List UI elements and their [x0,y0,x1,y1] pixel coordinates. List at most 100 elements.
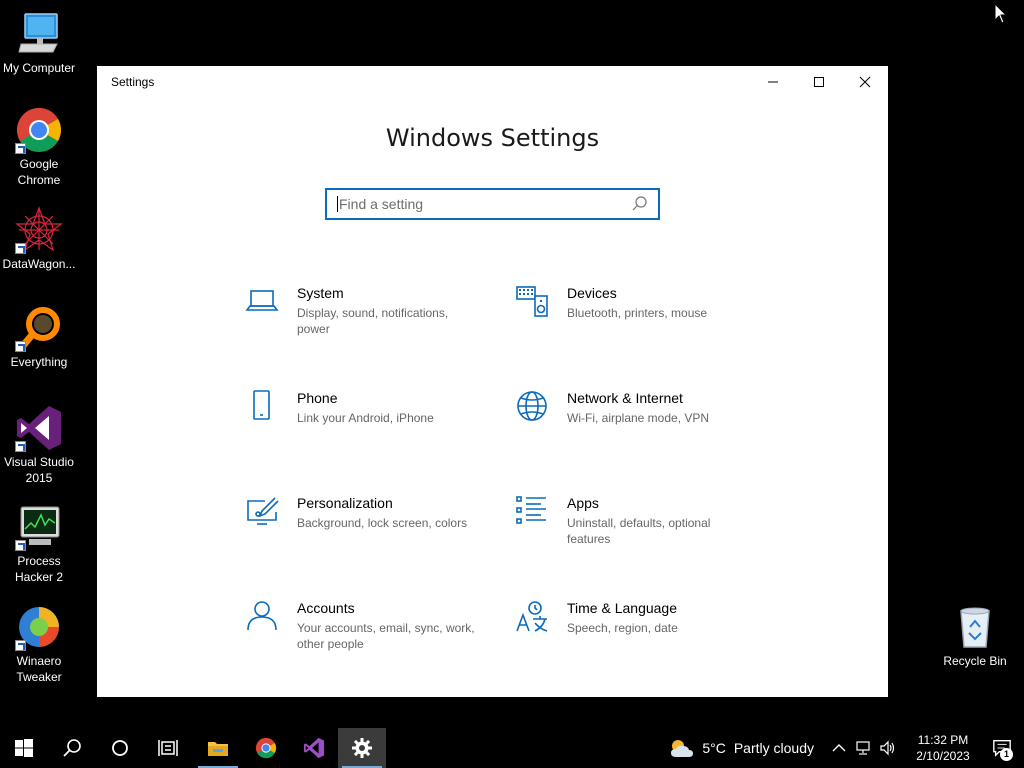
time-language-icon [515,599,549,633]
task-view-icon [158,740,178,756]
visual-studio-icon [15,404,63,452]
windows-logo-icon [15,739,33,757]
tile-title: Accounts [297,600,355,616]
shortcut-arrow-icon [15,441,26,452]
desktop-icon-label: Winaero Tweaker [16,654,62,684]
tile-system[interactable]: System Display, sound, notifications, po… [245,284,495,354]
shortcut-arrow-icon [15,640,26,651]
tile-title: Personalization [297,495,393,511]
mouse-cursor-icon [994,3,1008,24]
tile-title: Network & Internet [567,390,683,406]
search-box[interactable] [325,188,660,220]
desktop-icon-visual-studio[interactable]: Visual Studio 2015 [0,404,78,486]
recycle-bin-icon [951,603,999,651]
tile-time-language[interactable]: Time & Language Speech, region, date [515,599,765,669]
start-button[interactable] [0,728,48,768]
person-icon [245,599,279,633]
maximize-button[interactable] [796,66,842,98]
speaker-icon [880,740,895,756]
apps-list-icon [515,494,549,528]
task-view-button[interactable] [144,728,192,768]
desktop-icon-label: Google Chrome [17,157,61,187]
tile-description: Link your Android, iPhone [297,411,434,425]
tile-title: Apps [567,495,599,511]
tile-apps[interactable]: Apps Uninstall, defaults, optional featu… [515,494,765,564]
page-title: Windows Settings [385,124,600,152]
everything-icon [15,304,63,352]
search-button[interactable] [48,728,96,768]
close-icon [859,76,871,88]
winaero-icon [15,603,63,651]
notification-count-badge: 1 [1000,748,1013,761]
taskbar-settings[interactable] [338,728,386,768]
shortcut-arrow-icon [15,341,26,352]
volume-tray-button[interactable] [876,740,898,756]
minimize-icon [768,81,778,83]
gear-icon [352,738,372,758]
desktop-icon-process-hacker[interactable]: Process Hacker 2 [0,503,78,585]
weather-condition: Partly cloudy [733,740,814,756]
desktop-icon-label: Visual Studio 2015 [4,455,74,485]
tile-description: Bluetooth, printers, mouse [567,306,708,320]
taskbar-chrome[interactable] [242,728,290,768]
desktop-icon-label: DataWagon... [2,257,76,271]
tile-accounts[interactable]: Accounts Your accounts, email, sync, wor… [245,599,495,669]
desktop-icon-label: Process Hacker 2 [14,554,64,584]
shortcut-arrow-icon [15,243,26,254]
shortcut-arrow-icon [15,540,26,551]
taskbar-file-explorer[interactable] [194,728,242,768]
cortana-circle-icon [112,740,128,756]
phone-icon [245,389,279,423]
desktop-icon-datawagon[interactable]: DataWagon... [0,206,78,272]
window-controls [750,66,888,98]
network-icon [856,741,870,755]
tile-description: Wi-Fi, airplane mode, VPN [567,411,710,425]
folder-icon [208,742,228,756]
tile-description: Uninstall, defaults, optional features [567,516,711,546]
network-tray-button[interactable] [852,740,874,756]
settings-window: Settings Windows Settings Find a setting… [97,66,888,697]
desktop-icon-recycle-bin[interactable]: Recycle Bin [936,603,1014,669]
desktop-icon-everything[interactable]: Everything [0,304,78,370]
search-input[interactable] [339,196,630,212]
action-center-button[interactable]: 1 [980,728,1024,768]
taskbar: 5°C Partly cloudy 11:32 PM 2/10/2023 1 [0,728,1024,768]
clock-time: 11:32 PM [917,733,969,747]
tile-devices[interactable]: Devices Bluetooth, printers, mouse [515,284,765,354]
shortcut-arrow-icon [15,143,26,154]
weather-widget[interactable]: 5°C Partly cloudy [668,737,814,759]
devices-icon [515,284,549,318]
maximize-icon [814,77,824,87]
show-hidden-icons-button[interactable] [828,740,850,756]
desktop-icon-google-chrome[interactable]: Google Chrome [0,106,78,188]
taskbar-visual-studio[interactable] [290,728,338,768]
desktop-icon-my-computer[interactable]: My Computer [0,10,78,76]
desktop-icon-label: My Computer [2,61,76,75]
desktop-icon-label: Everything [10,355,68,369]
desktop-icon-winaero-tweaker[interactable]: Winaero Tweaker [0,603,78,685]
laptop-icon [245,284,279,318]
search-icon [63,739,81,757]
system-tray: 5°C Partly cloudy 11:32 PM 2/10/2023 1 [668,728,1024,768]
tile-network-internet[interactable]: Network & Internet Wi-Fi, airplane mode,… [515,389,765,459]
clock[interactable]: 11:32 PM 2/10/2023 [906,732,980,764]
visual-studio-icon [303,737,325,759]
computer-icon [15,10,63,58]
minimize-button[interactable] [750,66,796,98]
tile-title: Time & Language [567,600,677,616]
tile-description: Background, lock screen, colors [297,516,468,530]
cortana-button[interactable] [96,728,144,768]
tile-description: Speech, region, date [567,621,678,635]
text-caret [337,196,338,212]
chrome-icon [255,737,277,759]
tile-personalization[interactable]: Personalization Background, lock screen,… [245,494,495,564]
process-hacker-icon [15,503,63,551]
clock-date: 2/10/2023 [916,749,970,763]
tile-description: Display, sound, notifications, power [297,306,449,336]
datawagon-icon [15,206,63,254]
close-button[interactable] [842,66,888,98]
tile-phone[interactable]: Phone Link your Android, iPhone [245,389,495,459]
search-icon[interactable] [630,194,650,214]
title-bar[interactable]: Settings [97,66,888,98]
chrome-icon [15,106,63,154]
